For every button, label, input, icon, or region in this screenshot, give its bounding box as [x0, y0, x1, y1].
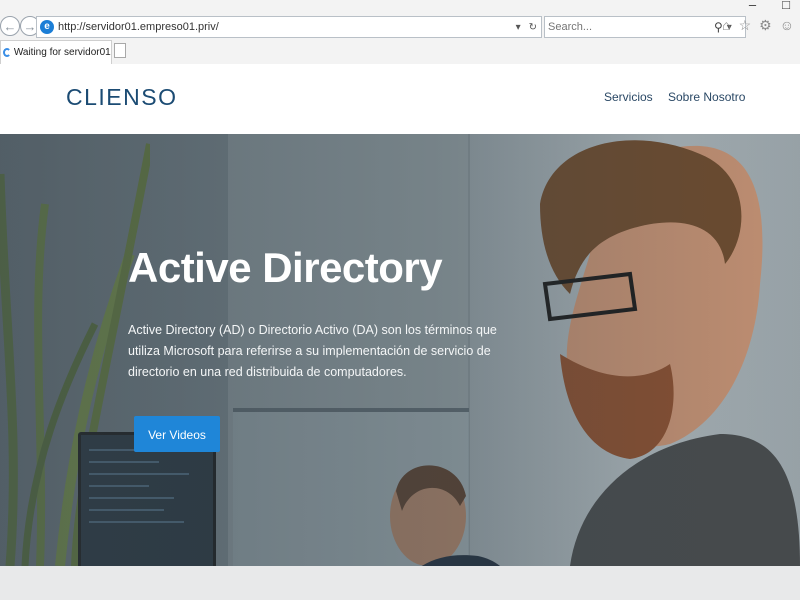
new-tab-button[interactable]: [114, 43, 126, 58]
loading-spinner-icon: [3, 48, 11, 57]
refresh-icon[interactable]: ↻: [529, 22, 537, 33]
arrow-right-icon: →: [23, 19, 37, 34]
minimize-button[interactable]: –: [749, 0, 756, 14]
arrow-left-icon: ←: [3, 19, 17, 34]
brand-logo[interactable]: CLIENSO: [66, 84, 177, 111]
nav-link-sobre-nosotros[interactable]: Sobre Nosotro: [668, 90, 745, 104]
next-section-strip: [0, 566, 800, 600]
ver-videos-button[interactable]: Ver Videos: [134, 416, 220, 452]
tab-strip: Waiting for servidor01.emp...: [0, 40, 800, 64]
window-controls: – □: [749, 0, 790, 14]
tab-active[interactable]: Waiting for servidor01.emp...: [0, 40, 112, 64]
browser-chrome: – □ ← → e http://servidor01.empreso01.pr…: [0, 0, 800, 65]
favorites-star-icon[interactable]: ☆: [739, 17, 752, 34]
ie-logo-icon: e: [40, 20, 54, 34]
hero-title: Active Directory: [128, 244, 443, 291]
smiley-icon[interactable]: ☺: [780, 17, 794, 34]
search-box[interactable]: ⚲ ▾: [544, 16, 746, 38]
home-icon[interactable]: ⌂: [722, 17, 730, 34]
address-bar[interactable]: e http://servidor01.empreso01.priv/ ▾ ↻: [36, 16, 542, 38]
address-url[interactable]: http://servidor01.empreso01.priv/: [58, 21, 512, 33]
site-header: CLIENSO Servicios Sobre Nosotro: [0, 64, 800, 134]
hero-description: Active Directory (AD) o Directorio Activ…: [128, 323, 497, 379]
back-button[interactable]: ←: [0, 16, 20, 36]
nav-link-servicios[interactable]: Servicios: [604, 90, 653, 104]
search-input[interactable]: [548, 21, 708, 33]
gear-icon[interactable]: ⚙: [759, 17, 772, 34]
hero-section: Active Directory Active Directory (AD) o…: [0, 134, 800, 566]
dropdown-icon[interactable]: ▾: [516, 22, 521, 33]
tab-title: Waiting for servidor01.emp...: [13, 47, 111, 58]
toolbar-icons: ⌂ ☆ ⚙ ☺: [722, 17, 794, 34]
maximize-button[interactable]: □: [782, 0, 790, 14]
